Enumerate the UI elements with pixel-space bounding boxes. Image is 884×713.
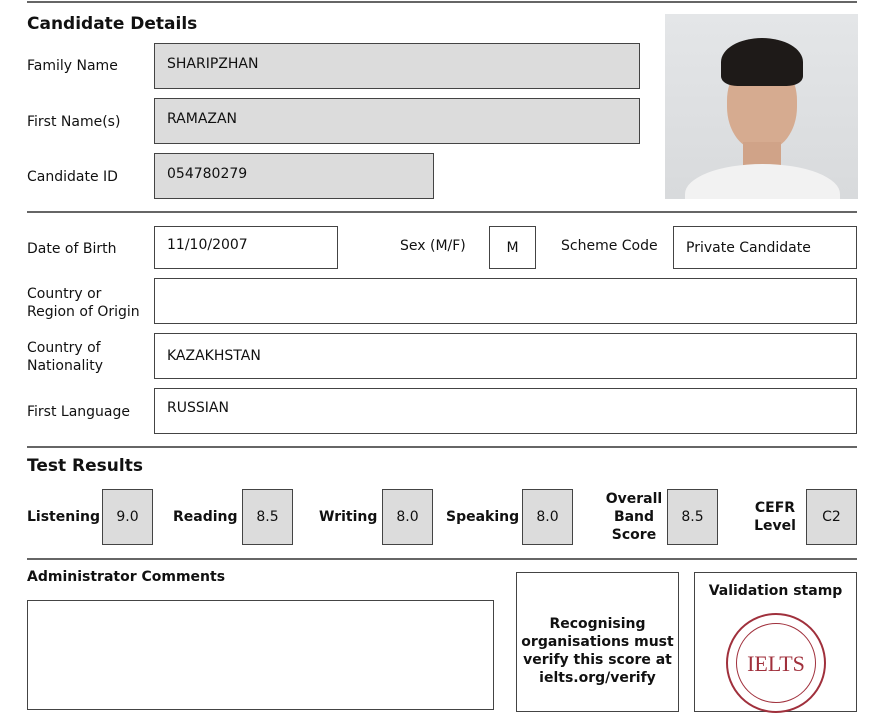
listening-label: Listening [27,509,100,525]
divider [27,446,857,448]
writing-score: 8.0 [382,489,433,545]
dob-label: Date of Birth [27,241,117,257]
speaking-score: 8.0 [522,489,573,545]
divider [27,211,857,213]
stamp-label: Validation stamp [708,583,843,599]
family-name-label: Family Name [27,58,118,74]
cefr-label: CEFR Level [754,500,796,534]
sex-label: Sex (M/F) [400,238,466,254]
origin-label: Country or Region of Origin [27,286,140,320]
reading-score: 8.5 [242,489,293,545]
cefr-score: C2 [806,489,857,545]
first-name-field: RAMAZAN [154,98,640,144]
family-name-field: SHARIPZHAN [154,43,640,89]
scheme-code-label: Scheme Code [561,238,658,254]
section-title-candidate: Candidate Details [27,14,198,34]
candidate-id-field: 054780279 [154,153,434,199]
listening-score: 9.0 [102,489,153,545]
first-language-field: RUSSIAN [154,388,857,434]
sex-field: M [489,226,536,269]
candidate-id-label: Candidate ID [27,169,118,185]
origin-field [154,278,857,324]
speaking-label: Speaking [446,509,520,525]
dob-field: 11/10/2007 [154,226,338,269]
stamp-box: Validation stamp IELTS [694,572,857,713]
divider [27,558,857,560]
overall-score: 8.5 [667,489,718,545]
nationality-field: KAZAKHSTAN [154,333,857,379]
first-language-label: First Language [27,404,131,420]
comments-box [27,600,494,710]
section-title-results: Test Results [27,456,143,476]
overall-label: Overall Band Score [605,491,663,543]
validation-stamp: IELTS [726,613,826,713]
comments-label: Administrator Comments [27,569,226,585]
scheme-code-field: Private Candidate [673,226,857,269]
stamp-text: IELTS [747,651,805,676]
first-name-label: First Name(s) [27,114,121,130]
verify-box: Recognising organisations must verify th… [516,572,679,712]
candidate-photo [665,14,858,199]
verify-text: Recognising organisations must verify th… [521,616,674,686]
writing-label: Writing [319,509,378,525]
nationality-label: Country of Nationality [27,340,104,374]
reading-label: Reading [173,509,238,525]
divider [27,1,857,3]
